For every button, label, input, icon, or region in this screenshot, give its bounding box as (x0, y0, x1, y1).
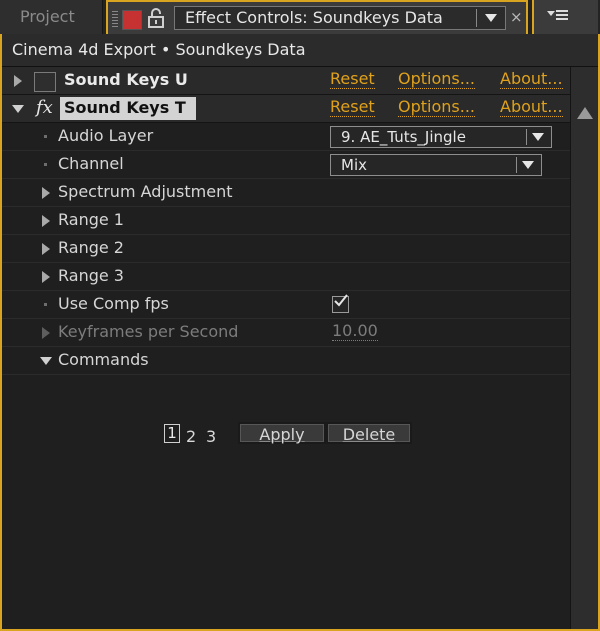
tab-effect-controls[interactable]: Effect Controls: Soundkeys Data × (106, 0, 528, 34)
reset-link[interactable]: Reset (330, 70, 375, 89)
param-label: Spectrum Adjustment (58, 182, 233, 201)
param-range-3[interactable]: Range 3 (2, 263, 570, 291)
menu-lines-icon (556, 10, 568, 21)
bullet-dot (44, 135, 47, 138)
reset-link[interactable]: Reset (330, 98, 375, 117)
chevron-down-icon[interactable] (532, 133, 544, 141)
chevron-down-icon[interactable] (485, 14, 497, 22)
audio-layer-value: 9. AE_Tuts_Jingle (341, 128, 466, 146)
param-range-1[interactable]: Range 1 (2, 207, 570, 235)
param-label: Audio Layer (58, 126, 154, 145)
panel-tab-bar: Project Effect Controls: Soundkeys Data … (0, 0, 600, 34)
dropdown-separator (526, 129, 527, 145)
lock-icon[interactable] (146, 7, 166, 29)
effect-name: Sound Keys T (64, 98, 186, 117)
collapse-triangle-icon[interactable] (12, 105, 24, 113)
param-range-2[interactable]: Range 2 (2, 235, 570, 263)
expand-triangle-icon[interactable] (42, 271, 50, 283)
fx-toggle-empty[interactable] (34, 72, 56, 92)
effect-list: Sound Keys U Reset Options... About... f… (2, 67, 570, 629)
tab-project[interactable]: Project (0, 0, 103, 34)
about-link[interactable]: About... (500, 98, 563, 117)
tab-project-label: Project (20, 7, 75, 26)
param-label: Range 2 (58, 238, 124, 257)
options-link[interactable]: Options... (398, 98, 475, 117)
scroll-up-arrow-icon[interactable] (577, 107, 593, 119)
effect-controls-layer-select[interactable]: Effect Controls: Soundkeys Data (174, 6, 506, 30)
dropdown-separator (516, 157, 517, 173)
delete-button-label: Delete (342, 425, 396, 444)
panel-header: Cinema 4d Export • Soundkeys Data (2, 34, 598, 67)
effect-row-sound-keys-u[interactable]: Sound Keys U Reset Options... About... (2, 67, 570, 95)
apply-button[interactable]: Apply (238, 422, 326, 444)
delete-button[interactable]: Delete (326, 422, 412, 444)
about-link[interactable]: About... (500, 70, 563, 89)
breadcrumb: Cinema 4d Export • Soundkeys Data (12, 40, 306, 59)
command-slot-2[interactable]: 2 (186, 427, 196, 446)
effect-controls-panel: Cinema 4d Export • Soundkeys Data Sound … (0, 34, 600, 631)
param-commands[interactable]: Commands (2, 347, 570, 375)
drag-grip-icon[interactable] (112, 11, 118, 27)
panel-menu-button[interactable] (532, 0, 598, 34)
vertical-scrollbar[interactable] (570, 67, 598, 629)
bullet-dot (44, 303, 47, 306)
param-label: Use Comp fps (58, 294, 169, 313)
collapse-triangle-icon[interactable] (40, 357, 52, 365)
param-label: Range 3 (58, 266, 124, 285)
chevron-down-icon[interactable] (522, 161, 534, 169)
expand-triangle-icon[interactable] (42, 243, 50, 255)
checkmark-icon (334, 294, 348, 307)
param-keyframes-per-second: Keyframes per Second 10.00 (2, 319, 570, 347)
fx-icon[interactable]: fx (36, 97, 53, 118)
param-label: Commands (58, 350, 149, 369)
expand-triangle-icon (42, 327, 50, 339)
dropdown-separator (476, 9, 477, 27)
effect-name: Sound Keys U (64, 70, 188, 89)
options-link[interactable]: Options... (398, 70, 475, 89)
menu-arrow-icon (547, 11, 555, 16)
effect-row-sound-keys-t[interactable]: fx Sound Keys T Reset Options... About..… (2, 95, 570, 123)
expand-triangle-icon[interactable] (14, 75, 22, 87)
apply-button-label: Apply (259, 425, 305, 444)
expand-triangle-icon[interactable] (42, 187, 50, 199)
param-spectrum-adjustment[interactable]: Spectrum Adjustment (2, 179, 570, 207)
param-audio-layer: Audio Layer 9. AE_Tuts_Jingle (2, 123, 570, 151)
command-slot-3[interactable]: 3 (206, 427, 216, 446)
bullet-dot (44, 163, 47, 166)
tab-active-label: Effect Controls: Soundkeys Data (185, 8, 443, 27)
close-icon[interactable]: × (510, 8, 523, 26)
layer-color-swatch (122, 10, 142, 30)
expand-triangle-icon[interactable] (42, 215, 50, 227)
keyframes-per-second-value: 10.00 (332, 321, 378, 341)
channel-value: Mix (341, 156, 367, 174)
channel-dropdown[interactable]: Mix (330, 154, 542, 176)
param-label: Range 1 (58, 210, 124, 229)
param-label: Channel (58, 154, 124, 173)
param-channel: Channel Mix (2, 151, 570, 179)
command-slot-1[interactable]: 1 (164, 424, 180, 443)
audio-layer-dropdown[interactable]: 9. AE_Tuts_Jingle (330, 126, 552, 148)
param-use-comp-fps: Use Comp fps (2, 291, 570, 319)
param-label: Keyframes per Second (58, 322, 239, 341)
